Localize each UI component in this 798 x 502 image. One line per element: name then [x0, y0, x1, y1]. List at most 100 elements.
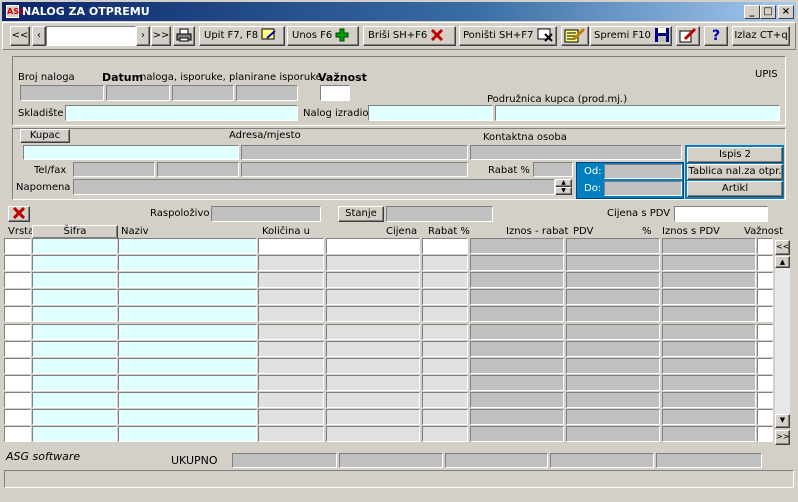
brisi-button[interactable]: Briši SH+F6 [363, 26, 456, 46]
grid-cell-kolicina[interactable] [258, 323, 324, 340]
ponisti-button[interactable]: Poništi SH+F7 [459, 26, 557, 46]
grid-cell-iznos-pdv[interactable] [662, 374, 756, 391]
grid-cell-iznos-pdv[interactable] [662, 426, 756, 443]
grid-cell-iznos-pdv[interactable] [662, 255, 756, 272]
grid-cell-iznos-pdv[interactable] [662, 357, 756, 374]
grid-cell-vaznost[interactable] [757, 238, 773, 255]
datum-naloga-field[interactable] [106, 85, 170, 101]
datum-isporuke-field[interactable] [172, 85, 234, 101]
grid-cell-naziv[interactable] [118, 409, 257, 426]
grid-cell-iznos-pdv[interactable] [662, 391, 756, 408]
grid-cell-kolicina[interactable] [258, 272, 324, 289]
grid-cell-vaznost[interactable] [757, 391, 773, 408]
grid-scroll-top[interactable]: << [775, 240, 790, 255]
grid-cell-vaznost[interactable] [757, 306, 773, 323]
grid-cell-cijena[interactable] [326, 238, 420, 255]
spremi-button[interactable]: Spremi F10 [590, 26, 672, 46]
grid-cell-cijena[interactable] [326, 289, 420, 306]
grid-cell-cijena[interactable] [326, 374, 420, 391]
last-record-button[interactable]: >> [151, 26, 171, 46]
grid-cell-iznos-rabat[interactable] [470, 323, 564, 340]
grid-cell-kolicina[interactable] [258, 238, 324, 255]
grid-cell-vrsta[interactable] [4, 255, 31, 272]
grid-cell-kolicina[interactable] [258, 289, 324, 306]
cijena-pdv-field[interactable] [674, 206, 768, 222]
grid-cell-vaznost[interactable] [757, 289, 773, 306]
artikl-button[interactable]: Artikl [687, 181, 783, 197]
izlaz-button[interactable]: Izlaz CT+q [732, 26, 790, 46]
podruznica-field[interactable] [495, 105, 780, 121]
grid-cell-iznos-rabat[interactable] [470, 391, 564, 408]
print-button[interactable] [173, 26, 195, 46]
napomena-scroll-up[interactable]: ▲ [555, 179, 572, 187]
datum-planirane-field[interactable] [236, 85, 298, 101]
stanje-field[interactable] [386, 206, 493, 222]
grid-cell-vaznost[interactable] [757, 426, 773, 443]
grid-cell-pdv[interactable] [566, 306, 660, 323]
grid-cell-pdv[interactable] [566, 323, 660, 340]
grid-cell-sifra[interactable] [32, 238, 117, 255]
grid-cell-kolicina[interactable] [258, 357, 324, 374]
grid-cell-pdv[interactable] [566, 272, 660, 289]
grid-cell-cijena[interactable] [326, 391, 420, 408]
grid-cell-vrsta[interactable] [4, 409, 31, 426]
close-button[interactable]: × [778, 5, 794, 19]
grid-cell-iznos-rabat[interactable] [470, 306, 564, 323]
grid-cell-rabat[interactable] [422, 255, 468, 272]
write-button[interactable] [676, 26, 700, 46]
grid-cell-kolicina[interactable] [258, 306, 324, 323]
grid-cell-pdv[interactable] [566, 374, 660, 391]
grid-cell-pdv[interactable] [566, 340, 660, 357]
vaznost-field[interactable] [320, 85, 350, 101]
grid-cell-rabat[interactable] [422, 409, 468, 426]
grid-cell-iznos-pdv[interactable] [662, 306, 756, 323]
record-slider[interactable] [46, 26, 136, 46]
grid-cell-naziv[interactable] [118, 255, 257, 272]
grid-cell-rabat[interactable] [422, 323, 468, 340]
grid-cell-iznos-rabat[interactable] [470, 357, 564, 374]
grid-cell-sifra[interactable] [32, 340, 117, 357]
grid-cell-vrsta[interactable] [4, 374, 31, 391]
grid-cell-naziv[interactable] [118, 340, 257, 357]
ukupno-field-5[interactable] [656, 453, 762, 468]
grid-cell-cijena[interactable] [326, 306, 420, 323]
grid-cell-kolicina[interactable] [258, 426, 324, 443]
maximize-button[interactable]: □ [760, 5, 776, 19]
grid-cell-kolicina[interactable] [258, 374, 324, 391]
grid-cell-iznos-pdv[interactable] [662, 323, 756, 340]
grid-cell-pdv[interactable] [566, 391, 660, 408]
grid-cell-iznos-rabat[interactable] [470, 238, 564, 255]
grid-cell-sifra[interactable] [32, 272, 117, 289]
delete-row-button[interactable] [8, 206, 30, 222]
grid-cell-kolicina[interactable] [258, 340, 324, 357]
grid-cell-rabat[interactable] [422, 426, 468, 443]
grid-cell-naziv[interactable] [118, 374, 257, 391]
grid-cell-iznos-pdv[interactable] [662, 340, 756, 357]
grid-cell-vrsta[interactable] [4, 340, 31, 357]
adresa-field[interactable] [241, 145, 468, 160]
grid-cell-naziv[interactable] [118, 238, 257, 255]
next-record-button[interactable]: › [136, 26, 150, 46]
grid-cell-sifra[interactable] [32, 323, 117, 340]
grid-cell-naziv[interactable] [118, 357, 257, 374]
grid-cell-vaznost[interactable] [757, 409, 773, 426]
grid-cell-rabat[interactable] [422, 357, 468, 374]
ukupno-field-3[interactable] [445, 453, 548, 468]
minimize-button[interactable]: _ [744, 5, 760, 19]
kupac-button[interactable]: Kupac [20, 129, 70, 143]
grid-cell-cijena[interactable] [326, 323, 420, 340]
help-button[interactable]: ? [704, 26, 728, 46]
grid-cell-vaznost[interactable] [757, 255, 773, 272]
grid-cell-vaznost[interactable] [757, 357, 773, 374]
grid-cell-iznos-rabat[interactable] [470, 255, 564, 272]
grid-cell-vrsta[interactable] [4, 391, 31, 408]
grid-cell-sifra[interactable] [32, 357, 117, 374]
grid-cell-iznos-pdv[interactable] [662, 272, 756, 289]
grid-cell-rabat[interactable] [422, 340, 468, 357]
ukupno-field-2[interactable] [339, 453, 443, 468]
grid-cell-iznos-pdv[interactable] [662, 289, 756, 306]
grid-cell-iznos-pdv[interactable] [662, 409, 756, 426]
ukupno-field-4[interactable] [550, 453, 654, 468]
napomena-scroll-down[interactable]: ▼ [555, 187, 572, 195]
grid-cell-pdv[interactable] [566, 289, 660, 306]
